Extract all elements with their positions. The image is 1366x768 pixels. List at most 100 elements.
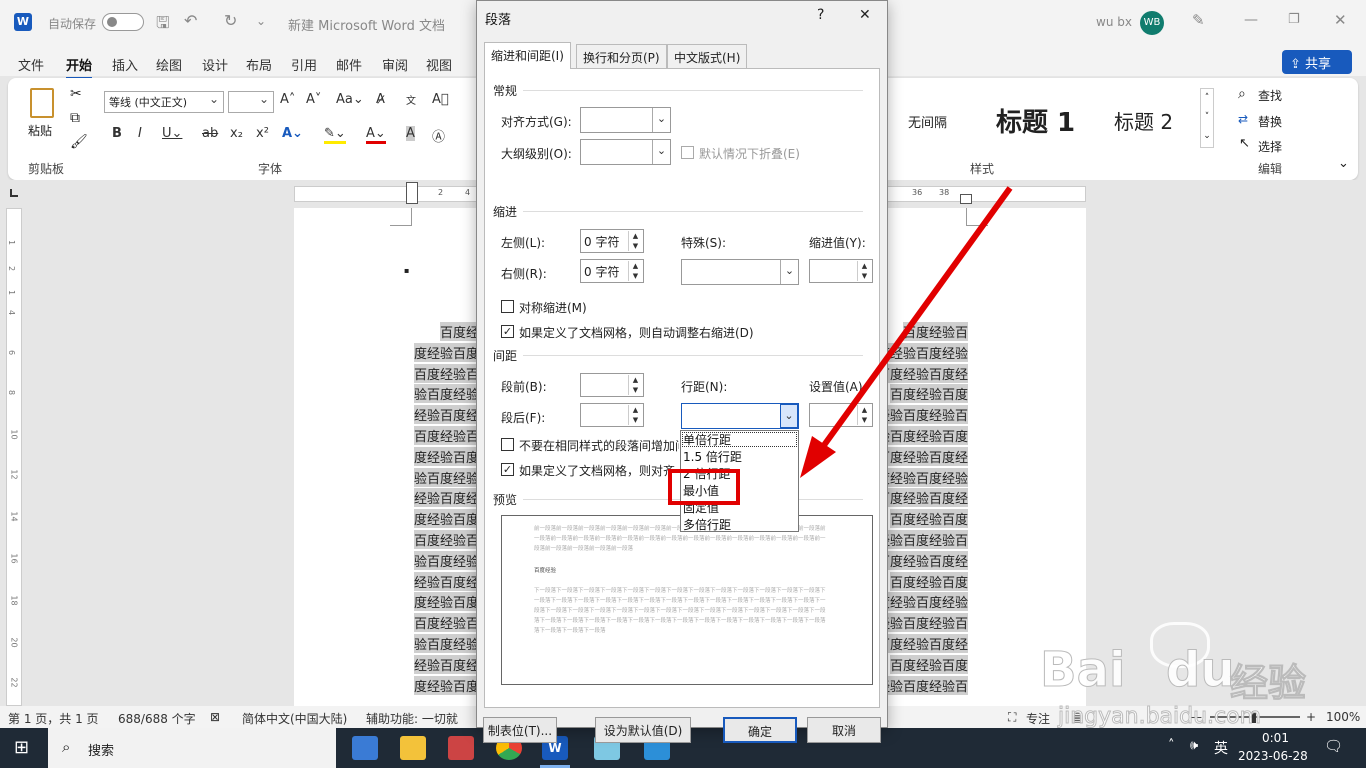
font-name-combo[interactable]: 等线 (中文正文) (104, 91, 224, 113)
snap-to-grid-checkbox[interactable]: ✓ (501, 463, 514, 476)
tab-home[interactable]: 开始 (66, 55, 93, 80)
text-effects-icon[interactable]: A⌄ (282, 126, 303, 141)
spinner-arrows-icon[interactable]: ▲ ▼ (628, 405, 642, 425)
font-size-combo[interactable] (228, 91, 274, 113)
underline-icon[interactable]: U⌄ (162, 126, 182, 141)
focus-icon[interactable]: ⛶ (1008, 710, 1016, 725)
phonetic-guide-icon[interactable]: 文 (406, 92, 416, 107)
zoom-plus-icon[interactable]: + (1306, 710, 1316, 724)
zoom-thumb-icon[interactable] (1252, 711, 1256, 723)
autosave-toggle[interactable] (102, 13, 144, 31)
no-space-same-style-checkbox[interactable] (501, 438, 514, 451)
spacing-after-input[interactable]: ▲ ▼ (580, 403, 644, 427)
collapse-default-checkbox[interactable] (681, 146, 694, 159)
cancel-button[interactable]: 取消 (807, 717, 881, 743)
shrink-font-icon[interactable]: A˅ (306, 92, 321, 107)
app-icon[interactable] (448, 736, 474, 760)
styles-scroll[interactable]: ˄ ˅ ⌄ (1200, 88, 1214, 148)
minimize-icon[interactable]: — (1244, 12, 1258, 28)
accessibility-status[interactable]: 辅助功能: 一切就 (366, 710, 458, 727)
focus-label[interactable]: 专注 (1026, 710, 1050, 727)
read-mode-icon[interactable]: ▤ (1072, 710, 1083, 724)
line-option-single[interactable]: 单倍行距 (683, 431, 731, 448)
pc-icon[interactable] (352, 736, 378, 760)
volume-icon[interactable]: 🕪 (1190, 738, 1198, 753)
ok-button[interactable]: 确定 (723, 717, 797, 743)
pen-icon[interactable]: ✎ (1192, 11, 1205, 29)
char-shading-icon[interactable]: A (406, 126, 415, 141)
auto-adjust-indent-checkbox[interactable]: ✓ (501, 325, 514, 338)
proofing-icon[interactable]: ⊠ (210, 710, 220, 724)
spinner-arrows-icon[interactable]: ▲ ▼ (857, 405, 871, 425)
tab-view[interactable]: 视图 (426, 55, 452, 74)
indent-marker-icon[interactable] (406, 182, 418, 204)
word-count[interactable]: 688/688 个字 (118, 710, 196, 727)
spinner-arrows-icon[interactable]: ▲ ▼ (857, 261, 871, 281)
page-count[interactable]: 第 1 页，共 1 页 (8, 710, 99, 727)
highlight-color-icon[interactable]: ✎⌄ (324, 126, 346, 144)
strikethrough-icon[interactable]: ab (202, 126, 218, 141)
tab-insert[interactable]: 插入 (112, 55, 138, 74)
language-status[interactable]: 简体中文(中国大陆) (242, 710, 347, 727)
format-painter-icon[interactable]: 🖌 (70, 134, 88, 150)
alignment-select[interactable]: ⌄ (580, 107, 671, 133)
indent-by-input[interactable]: ▲ ▼ (809, 259, 873, 283)
tab-draw[interactable]: 绘图 (156, 55, 182, 74)
spinner-arrows-icon[interactable]: ▲ ▼ (628, 375, 642, 395)
spinner-arrows-icon[interactable]: ▲ ▼ (628, 261, 642, 281)
cut-icon[interactable]: ✂ (70, 86, 82, 102)
copy-icon[interactable]: ⧉ (70, 110, 80, 126)
paste-label[interactable]: 粘贴 (28, 122, 52, 139)
font-color-icon[interactable]: A⌄ (366, 126, 386, 144)
tab-layout[interactable]: 布局 (246, 55, 272, 74)
clear-format-icon[interactable]: A̷ (376, 92, 385, 107)
save-icon[interactable]: 🖫 (156, 12, 170, 39)
redo-icon[interactable]: ↻ (224, 11, 237, 30)
windows-start-icon[interactable]: ⊞ (14, 737, 29, 758)
clock-date[interactable]: 2023-06-28 (1238, 749, 1308, 763)
char-border-icon[interactable]: A⃞ (432, 92, 449, 107)
zoom-level[interactable]: 100% (1326, 710, 1360, 724)
mirror-indents-checkbox[interactable] (501, 300, 514, 313)
tab-design[interactable]: 设计 (202, 55, 228, 74)
change-case-icon[interactable]: Aa⌄ (336, 92, 364, 107)
replace-icon[interactable]: ⇄ (1238, 112, 1248, 126)
subscript-icon[interactable]: x₂ (230, 126, 243, 141)
notification-icon[interactable]: 🗨 (1324, 737, 1343, 755)
paste-icon[interactable] (30, 88, 54, 118)
line-option-1-5[interactable]: 1.5 倍行距 (683, 448, 742, 465)
tab-line-page-breaks[interactable]: 换行和分页(P) (576, 44, 667, 69)
set-default-button[interactable]: 设为默认值(D) (595, 717, 691, 743)
tab-mailings[interactable]: 邮件 (336, 55, 362, 74)
zoom-slider[interactable] (1210, 711, 1300, 723)
help-button[interactable]: ? (817, 7, 824, 23)
italic-icon[interactable]: I (138, 126, 142, 141)
line-spacing-select[interactable]: ⌄ (681, 403, 799, 429)
superscript-icon[interactable]: x² (256, 126, 269, 141)
file-explorer-icon[interactable] (400, 736, 426, 760)
tab-review[interactable]: 审阅 (382, 55, 408, 74)
undo-icon[interactable]: ↶ (184, 11, 197, 30)
ime-indicator[interactable]: 英 (1214, 738, 1228, 758)
tab-indents-spacing[interactable]: 缩进和间距(I) (484, 42, 571, 69)
select-icon[interactable]: ↖ (1239, 136, 1250, 151)
restore-icon[interactable]: ❐ (1288, 12, 1300, 27)
select-label[interactable]: 选择 (1258, 138, 1282, 155)
tab-selector-icon[interactable] (10, 189, 18, 197)
zoom-minus-icon[interactable]: — (1190, 710, 1202, 724)
spacing-before-input[interactable]: ▲ ▼ (580, 373, 644, 397)
avatar[interactable]: WB (1140, 11, 1164, 35)
window-close-icon[interactable]: ✕ (1334, 11, 1347, 29)
find-label[interactable]: 查找 (1258, 87, 1282, 104)
tab-asian-typography[interactable]: 中文版式(H) (667, 44, 748, 69)
special-indent-select[interactable]: ⌄ (681, 259, 799, 285)
style-heading-2[interactable]: 标题 2 (1114, 106, 1173, 135)
right-indent-marker-icon[interactable] (960, 194, 972, 204)
user-name[interactable]: wu bx (1096, 15, 1132, 29)
find-icon[interactable]: ⌕ (1238, 86, 1246, 102)
spacing-at-input[interactable]: ▲ ▼ (809, 403, 873, 427)
outline-level-select[interactable]: ⌄ (580, 139, 671, 165)
clock-time[interactable]: 0:01 (1262, 731, 1289, 745)
tab-references[interactable]: 引用 (291, 55, 317, 74)
spinner-arrows-icon[interactable]: ▲ ▼ (628, 231, 642, 251)
